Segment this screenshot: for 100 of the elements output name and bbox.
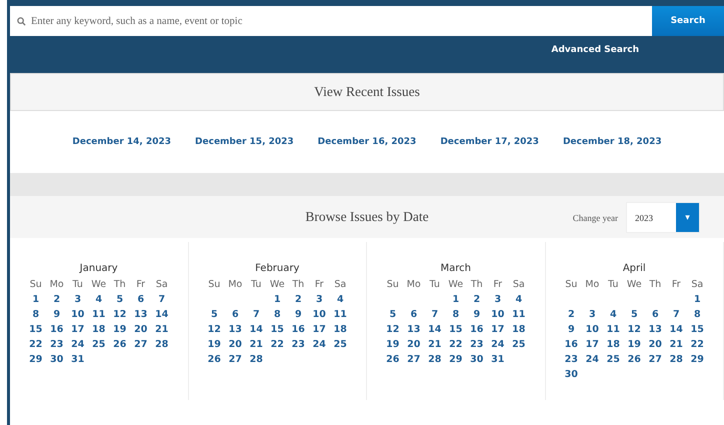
day-link[interactable]: 24 — [491, 339, 504, 350]
issue-date-link[interactable]: December 15, 2023 — [195, 137, 294, 147]
day-link[interactable]: 29 — [449, 354, 462, 365]
day-link[interactable]: 23 — [564, 354, 578, 365]
day-link[interactable]: 15 — [690, 324, 704, 335]
day-link[interactable]: 2 — [568, 309, 575, 320]
day-link[interactable]: 20 — [407, 339, 420, 350]
day-link[interactable]: 26 — [386, 354, 400, 365]
day-link[interactable]: 26 — [113, 339, 126, 350]
day-link[interactable]: 6 — [137, 294, 144, 305]
day-link[interactable]: 16 — [564, 339, 578, 350]
day-link[interactable]: 17 — [71, 324, 84, 335]
day-link[interactable]: 12 — [628, 324, 641, 335]
day-link[interactable]: 9 — [53, 309, 60, 320]
search-field[interactable]: Enter any keyword, such as a name, event or topic — [10, 6, 652, 36]
day-link[interactable]: 2 — [53, 294, 60, 305]
day-link[interactable]: 16 — [470, 324, 484, 335]
day-link[interactable]: 9 — [294, 309, 302, 320]
day-link[interactable]: 18 — [512, 324, 526, 335]
day-link[interactable]: 11 — [606, 324, 620, 335]
day-link[interactable]: 7 — [672, 309, 680, 320]
day-link[interactable]: 8 — [452, 309, 460, 320]
day-link[interactable]: 27 — [407, 354, 420, 365]
day-link[interactable]: 3 — [74, 294, 82, 305]
day-link[interactable]: 3 — [494, 294, 502, 305]
day-link[interactable]: 5 — [116, 294, 124, 305]
day-link[interactable]: 6 — [232, 309, 239, 320]
day-link[interactable]: 26 — [628, 354, 641, 365]
day-link[interactable]: 3 — [316, 294, 323, 305]
day-link[interactable]: 5 — [630, 309, 638, 320]
day-link[interactable]: 5 — [389, 309, 396, 320]
day-link[interactable]: 24 — [312, 339, 326, 350]
day-link[interactable]: 13 — [407, 324, 420, 335]
day-link[interactable]: 4 — [336, 294, 344, 305]
day-link[interactable]: 17 — [586, 339, 599, 350]
day-link[interactable]: 24 — [71, 339, 84, 350]
day-link[interactable]: 28 — [155, 339, 168, 350]
day-link[interactable]: 4 — [515, 294, 522, 305]
issue-date-link[interactable]: December 14, 2023 — [72, 137, 172, 147]
day-link[interactable]: 21 — [250, 339, 263, 350]
day-link[interactable]: 9 — [473, 309, 480, 320]
day-link[interactable]: 8 — [694, 309, 701, 320]
day-link[interactable]: 2 — [473, 294, 480, 305]
day-link[interactable]: 1 — [452, 294, 460, 305]
day-link[interactable]: 22 — [690, 339, 704, 350]
day-link[interactable]: 30 — [50, 354, 64, 365]
day-link[interactable]: 4 — [610, 309, 617, 320]
day-link[interactable]: 18 — [606, 339, 620, 350]
day-link[interactable]: 20 — [228, 339, 242, 350]
day-link[interactable]: 26 — [208, 354, 221, 365]
day-link[interactable]: 10 — [71, 309, 84, 320]
day-link[interactable]: 6 — [410, 309, 418, 320]
day-link[interactable]: 14 — [428, 324, 442, 335]
day-link[interactable]: 15 — [29, 324, 42, 335]
day-link[interactable]: 11 — [512, 309, 526, 320]
day-link[interactable]: 28 — [250, 354, 263, 365]
day-link[interactable]: 10 — [491, 309, 504, 320]
day-link[interactable]: 10 — [312, 309, 326, 320]
day-link[interactable]: 16 — [292, 324, 305, 335]
day-link[interactable]: 27 — [648, 354, 662, 365]
day-link[interactable]: 1 — [32, 294, 40, 305]
day-link[interactable]: 31 — [71, 354, 84, 365]
day-link[interactable]: 19 — [208, 339, 221, 350]
day-link[interactable]: 9 — [568, 324, 575, 335]
day-link[interactable]: 20 — [648, 339, 662, 350]
day-link[interactable]: 22 — [29, 339, 42, 350]
day-link[interactable]: 11 — [334, 309, 347, 320]
day-link[interactable]: 28 — [670, 354, 683, 365]
day-link[interactable]: 15 — [270, 324, 284, 335]
day-link[interactable]: 3 — [588, 309, 596, 320]
day-link[interactable]: 1 — [694, 294, 701, 305]
issue-date-link[interactable]: December 16, 2023 — [318, 137, 416, 147]
day-link[interactable]: 18 — [334, 324, 347, 335]
day-link[interactable]: 15 — [449, 324, 462, 335]
day-link[interactable]: 13 — [228, 324, 242, 335]
day-link[interactable]: 7 — [252, 309, 260, 320]
day-link[interactable]: 28 — [428, 354, 442, 365]
day-link[interactable]: 14 — [670, 324, 683, 335]
day-link[interactable]: 27 — [228, 354, 242, 365]
day-link[interactable]: 27 — [134, 339, 148, 350]
day-link[interactable]: 2 — [294, 294, 302, 305]
day-link[interactable]: 14 — [250, 324, 263, 335]
day-link[interactable]: 21 — [670, 339, 683, 350]
day-link[interactable]: 31 — [491, 354, 504, 365]
day-link[interactable]: 12 — [208, 324, 221, 335]
day-link[interactable]: 30 — [564, 369, 578, 380]
day-link[interactable]: 12 — [386, 324, 400, 335]
day-link[interactable]: 29 — [29, 354, 42, 365]
day-link[interactable]: 22 — [449, 339, 462, 350]
day-link[interactable]: 22 — [270, 339, 284, 350]
dropdown-button[interactable]: ▾ — [676, 203, 699, 232]
day-link[interactable]: 11 — [92, 309, 106, 320]
day-link[interactable]: 16 — [50, 324, 64, 335]
day-link[interactable]: 21 — [428, 339, 442, 350]
day-link[interactable]: 4 — [95, 294, 102, 305]
issue-date-link[interactable]: December 17, 2023 — [440, 137, 539, 147]
day-link[interactable]: 14 — [155, 309, 168, 320]
day-link[interactable]: 21 — [155, 324, 168, 335]
day-link[interactable]: 29 — [690, 354, 704, 365]
day-link[interactable]: 12 — [113, 309, 126, 320]
